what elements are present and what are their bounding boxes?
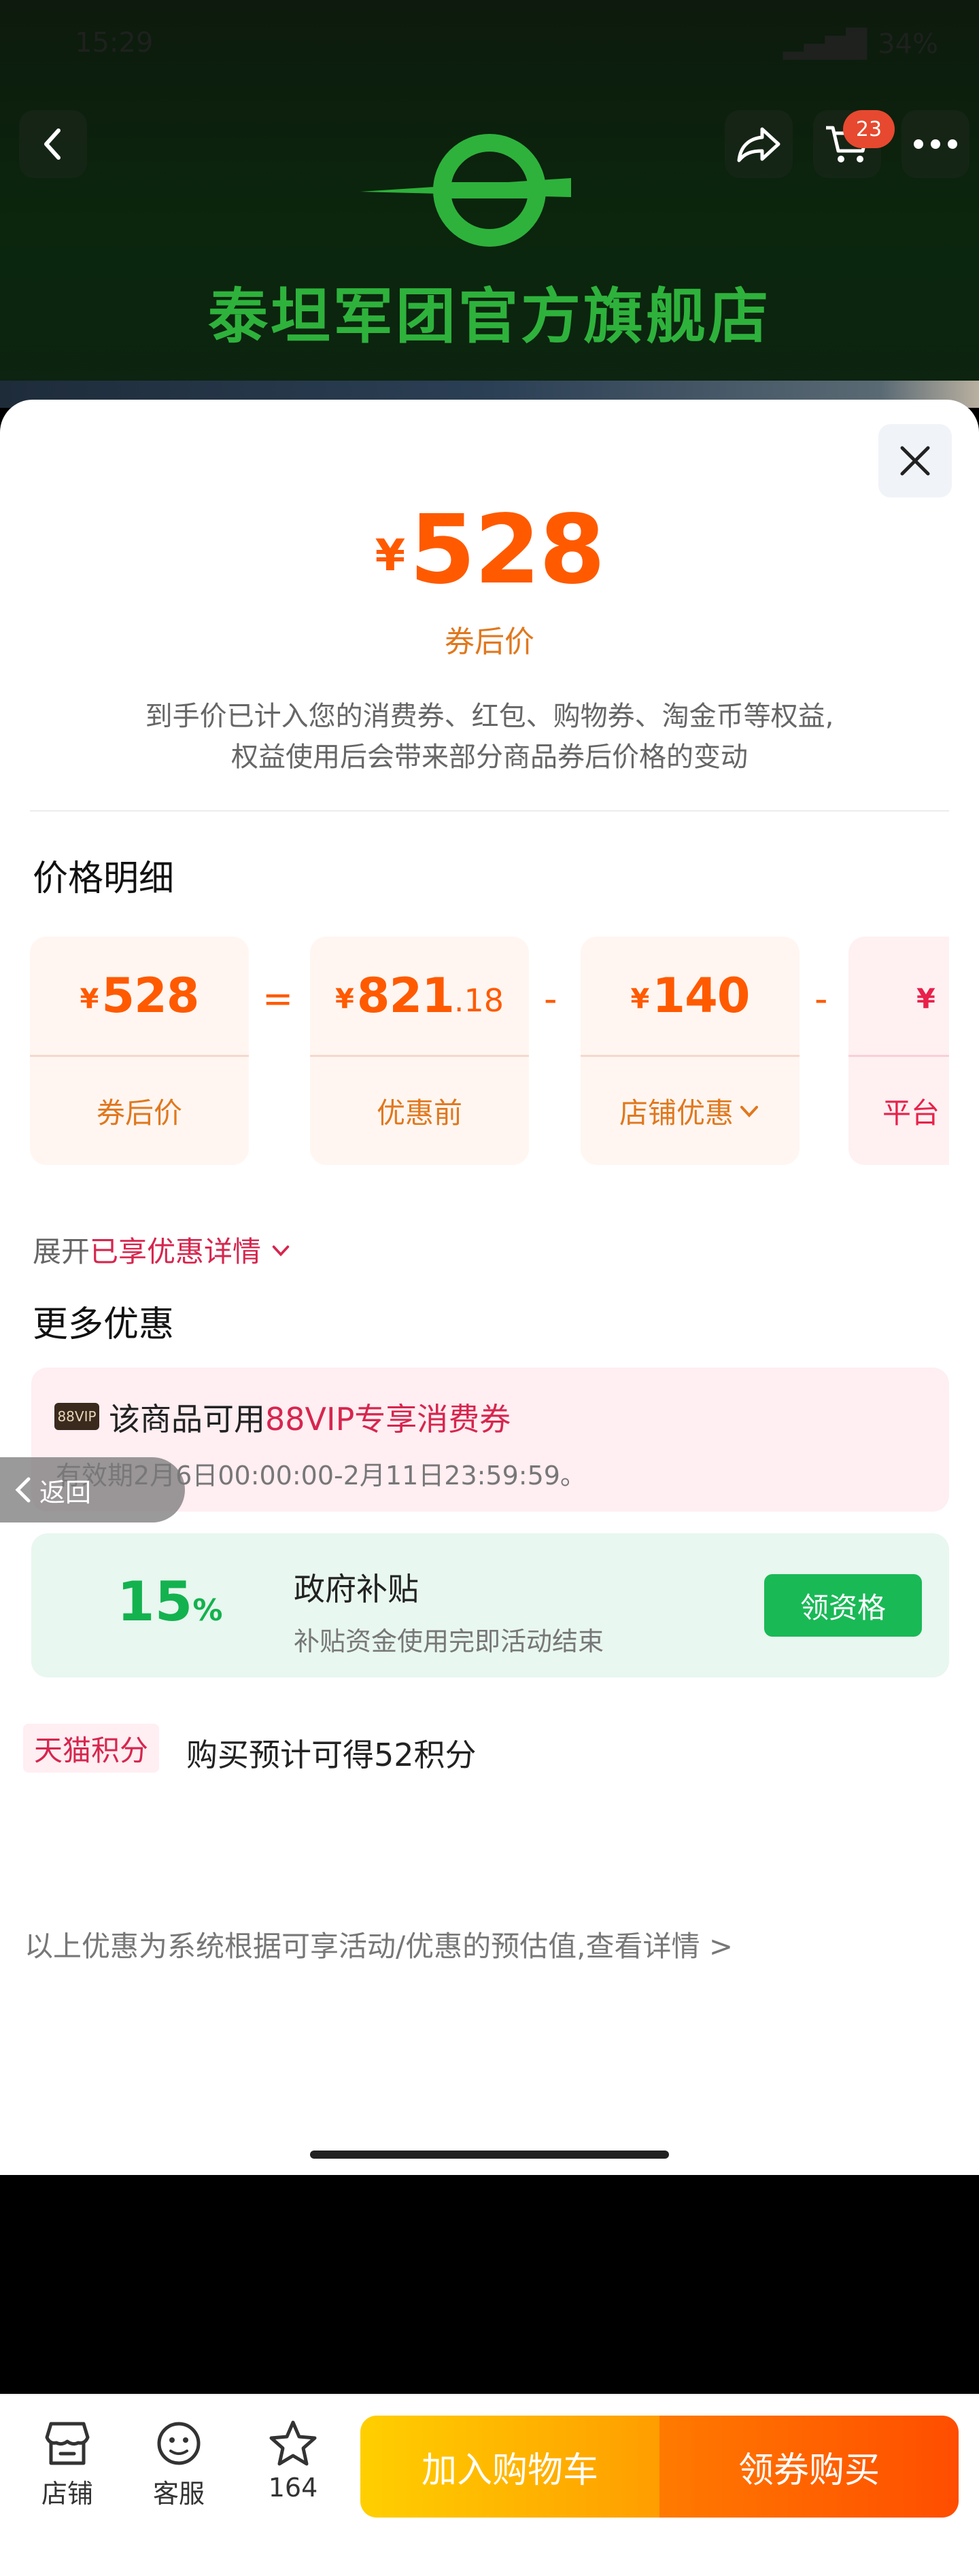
- government-subsidy-box: 15% 政府补贴 补贴资金使用完即活动结束 领资格: [31, 1533, 949, 1677]
- expand-discount-details[interactable]: 展开已享优惠详情: [33, 1229, 292, 1270]
- breakdown-title: 价格明细: [33, 858, 175, 899]
- tmall-points-tag: 天猫积分: [23, 1724, 160, 1773]
- operator-minus: -: [814, 977, 828, 1020]
- vip-icon: 88VIP: [54, 1403, 99, 1430]
- close-button[interactable]: [878, 424, 952, 498]
- card-label: 店铺优惠: [619, 1096, 734, 1130]
- more-dots-icon: [914, 139, 957, 149]
- add-to-cart-button[interactable]: 加入购物车: [360, 2416, 659, 2518]
- operator-minus: -: [544, 977, 557, 1020]
- estimate-footnote-link[interactable]: 以上优惠为系统根据可享活动/优惠的预估值,查看详情 >: [24, 1924, 733, 1965]
- card-value: 821: [356, 968, 455, 1024]
- service-face-icon: [157, 2422, 201, 2465]
- back-arrow-button[interactable]: [19, 110, 87, 178]
- service-label: 客服: [152, 2479, 205, 2509]
- store-button[interactable]: 店铺: [23, 2420, 111, 2510]
- vip-coupon-text: 该商品可用88VIP专享消费券: [109, 1401, 511, 1438]
- card-currency: ¥: [80, 984, 99, 1015]
- card-label: 券后价: [96, 1096, 182, 1130]
- home-indicator[interactable]: [310, 2151, 669, 2159]
- notice-line-2: 权益使用后会带来部分商品券后价格的变动: [231, 742, 748, 773]
- claim-and-buy-button[interactable]: 领券购买: [659, 2416, 959, 2518]
- card-currency: ¥: [630, 984, 650, 1015]
- battery-level: 34%: [878, 29, 938, 60]
- breakdown-card-original: ¥821.18 优惠前: [310, 937, 529, 1165]
- operator-equals: =: [262, 977, 294, 1020]
- claim-subsidy-button[interactable]: 领资格: [764, 1574, 922, 1637]
- card-label: 平台: [882, 1096, 940, 1130]
- more-button[interactable]: [901, 110, 969, 178]
- close-icon: [900, 446, 930, 476]
- chevron-left-icon: [44, 128, 61, 160]
- card-label: 优惠前: [376, 1096, 462, 1130]
- points-text: 购买预计可得52积分: [186, 1737, 477, 1773]
- currency-symbol: ¥: [375, 531, 406, 581]
- final-price: ¥528: [0, 495, 979, 606]
- status-icons: ▂▄▆█ 34%: [783, 27, 938, 61]
- more-offers-title: 更多优惠: [33, 1304, 175, 1345]
- card-value: 528: [101, 968, 199, 1024]
- favorite-count: 164: [268, 2473, 318, 2503]
- notice-line-1: 到手价已计入您的消费券、红包、购物券、淘金币等权益,: [145, 701, 834, 732]
- status-bar: 15:29 ▂▄▆█ 34%: [75, 27, 938, 61]
- price-value: 528: [409, 495, 605, 606]
- card-value: 140: [652, 968, 750, 1024]
- status-time: 15:29: [75, 27, 154, 58]
- chevron-down-icon: [273, 1245, 290, 1257]
- share-button[interactable]: [725, 110, 793, 178]
- breakdown-card-final: ¥528 券后价: [30, 937, 249, 1165]
- divider: [30, 810, 949, 812]
- cart-count-badge: 23: [843, 110, 895, 148]
- floating-back-button[interactable]: 返回: [0, 1457, 185, 1522]
- breakdown-card-platform-discount[interactable]: ¥ 平台: [848, 937, 949, 1165]
- card-decimals: .18: [453, 982, 504, 1019]
- star-icon: [269, 2420, 317, 2466]
- subsidy-subtitle: 补贴资金使用完即活动结束: [294, 1626, 604, 1656]
- favorite-button[interactable]: 164: [249, 2420, 337, 2503]
- chevron-left-icon: [15, 1477, 31, 1503]
- vip-coupon-name: 88VIP专享消费券: [265, 1401, 511, 1438]
- expand-highlight: 已享优惠详情: [90, 1235, 262, 1268]
- shop-name: 泰坦军团官方旗舰店: [207, 281, 771, 351]
- subsidy-title: 政府补贴: [294, 1571, 419, 1607]
- breakdown-card-store-discount[interactable]: ¥140 店铺优惠: [581, 937, 800, 1165]
- store-label: 店铺: [41, 2479, 93, 2509]
- store-icon: [45, 2422, 90, 2465]
- bottom-action-bar: 店铺 客服 164 加入购物车 领券购买: [0, 2394, 979, 2576]
- card-currency: ¥: [916, 984, 935, 1015]
- subsidy-percent: 15%: [117, 1570, 223, 1633]
- price-detail-sheet: ¥528 券后价 到手价已计入您的消费券、红包、购物券、淘金币等权益, 权益使用…: [0, 400, 979, 2576]
- price-label: 券后价: [445, 625, 534, 659]
- chevron-down-icon: [740, 1105, 758, 1117]
- share-icon: [737, 127, 780, 162]
- customer-service-button[interactable]: 客服: [135, 2420, 223, 2510]
- price-breakdown-cards: ¥528 券后价 = ¥821.18 优惠前 - ¥140 店铺优惠 - ¥ 平…: [30, 937, 949, 1168]
- back-label: 返回: [39, 1477, 92, 1508]
- price-notice: 到手价已计入您的消费券、红包、购物券、淘金币等权益, 权益使用后会带来部分商品券…: [0, 696, 979, 778]
- signal-icon: ▂▄▆█: [783, 29, 868, 60]
- shop-logo-icon: [360, 134, 571, 247]
- card-currency: ¥: [334, 984, 354, 1015]
